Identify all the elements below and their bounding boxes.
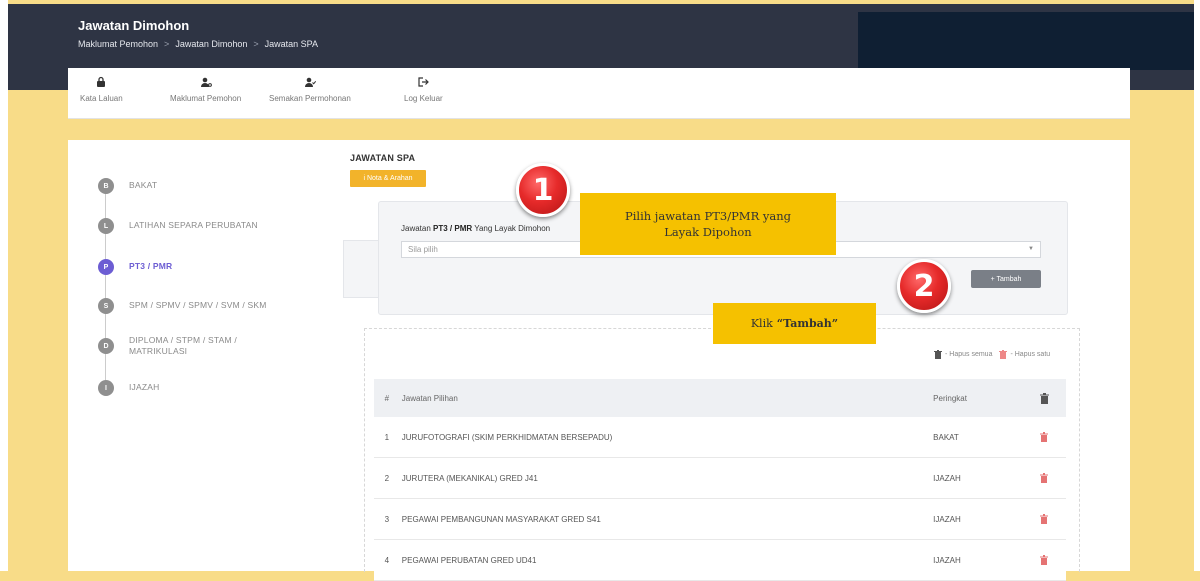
step-label: LATIHAN SEPARA PERUBATAN [129, 220, 258, 230]
trash-icon [1040, 473, 1049, 483]
breadcrumb-separator: > [164, 39, 170, 49]
delete-row-button[interactable] [1022, 514, 1066, 524]
instruction-callout-1: Pilih jawatan PT3/PMR yang Layak Dipohon [580, 193, 836, 255]
lock-icon [97, 76, 106, 87]
step-label: DIPLOMA / STPM / STAM / MATRIKULASI [129, 335, 237, 357]
jawatan-table: # Jawatan Pilihan Peringkat 1 JURUFOTOGR… [374, 379, 1066, 581]
step-diploma[interactable]: D DIPLOMA / STPM / STAM / MATRIKULASI [98, 335, 237, 357]
row-no: 2 [384, 473, 390, 483]
step-label-line: DIPLOMA / STPM / STAM / [129, 335, 237, 345]
field-label-bold: PT3 / PMR [433, 224, 473, 233]
step-label: BAKAT [129, 180, 158, 190]
step-label-active: PT3 / PMR [129, 261, 173, 271]
nav-label: Maklumat Pemohon [170, 94, 242, 103]
row-no: 1 [384, 432, 390, 442]
field-label: Jawatan PT3 / PMR Yang Layak Dimohon [401, 224, 550, 233]
row-peringkat: IJAZAH [933, 473, 961, 483]
step-bakat[interactable]: B BAKAT [98, 178, 157, 194]
table-row: 2 JURUTERA (MEKANIKAL) GRED J41 IJAZAH [374, 458, 1066, 499]
legend-hapus-satu: - Hapus satu [1010, 351, 1051, 358]
breadcrumb-item-jawatan-spa: Jawatan SPA [264, 39, 318, 49]
step-badge-active: P [98, 259, 114, 275]
step-label: SPM / SPMV / SPMV / SVM / SKM [129, 300, 267, 310]
step-badge: L [98, 218, 114, 234]
user-check-icon [304, 77, 316, 87]
trash-all-icon [934, 350, 942, 359]
select-placeholder: Sila pilih [408, 245, 438, 254]
row-peringkat: BAKAT [933, 432, 959, 442]
callout2-prefix: Klik [750, 317, 773, 330]
trash-icon [1040, 555, 1049, 565]
header-no: # [384, 393, 390, 403]
callout2-bold: “Tambah” [776, 317, 839, 330]
nav-item-kata-laluan[interactable]: Kata Laluan [80, 76, 123, 103]
table-row: 4 PEGAWAI PERUBATAN GRED UD41 IJAZAH [374, 540, 1066, 581]
trash-icon [1040, 514, 1049, 524]
step-label-line: MATRIKULASI [129, 346, 188, 356]
delete-row-button[interactable] [1022, 555, 1066, 565]
delete-legend: - Hapus semua - Hapus satu [934, 350, 1050, 359]
step-ijazah[interactable]: I IJAZAH [98, 380, 159, 396]
callout1-line1: Pilih jawatan PT3/PMR yang [624, 209, 792, 223]
step-badge: S [98, 298, 114, 314]
step-latihan[interactable]: L LATIHAN SEPARA PERUBATAN [98, 218, 258, 234]
breadcrumb-separator: > [253, 39, 259, 49]
redacted-area [858, 12, 1200, 70]
step-badge: D [98, 338, 114, 354]
delete-row-button[interactable] [1022, 432, 1066, 442]
instruction-callout-2: Klik “Tambah” [713, 303, 876, 344]
trash-one-icon [999, 350, 1008, 359]
chevron-down-icon: ▼ [1028, 246, 1034, 252]
nav-item-semakan-permohonan[interactable]: Semakan Permohonan [269, 76, 351, 103]
nota-arahan-button[interactable]: i Nota & Arahan [350, 170, 426, 187]
form-side-tab [343, 240, 380, 298]
step-number-badge-2: 2 [897, 259, 951, 313]
step-number-badge-1: 1 [516, 163, 570, 217]
row-jawatan: PEGAWAI PEMBANGUNAN MASYARAKAT GRED S41 [401, 514, 601, 524]
top-navigation: Kata Laluan Maklumat Pemohon Semakan Per… [68, 68, 1130, 119]
table-row: 3 PEGAWAI PEMBANGUNAN MASYARAKAT GRED S4… [374, 499, 1066, 540]
nav-item-log-keluar[interactable]: Log Keluar [404, 76, 443, 103]
field-label-prefix: Jawatan [401, 224, 434, 233]
table-header: # Jawatan Pilihan Peringkat [374, 379, 1066, 417]
field-label-suffix: Yang Layak Dimohon [472, 224, 551, 233]
trash-icon [1039, 392, 1049, 404]
row-no: 3 [384, 514, 390, 524]
table-row: 1 JURUFOTOGRAFI (SKIM PERKHIDMATAN BERSE… [374, 417, 1066, 458]
delete-row-button[interactable] [1022, 473, 1066, 483]
step-pt3-pmr[interactable]: P PT3 / PMR [98, 259, 172, 275]
row-peringkat: IJAZAH [933, 555, 961, 565]
nav-label: Log Keluar [404, 94, 443, 103]
row-jawatan: JURUTERA (MEKANIKAL) GRED J41 [401, 473, 538, 483]
step-spm[interactable]: S SPM / SPMV / SPMV / SVM / SKM [98, 298, 267, 314]
trash-icon [1040, 432, 1049, 442]
breadcrumb-item-maklumat-pemohon[interactable]: Maklumat Pemohon [78, 39, 158, 49]
tambah-button[interactable]: + Tambah [971, 270, 1041, 288]
user-settings-icon [200, 77, 212, 87]
legend-hapus-semua: - Hapus semua [945, 351, 993, 358]
step-badge: I [98, 380, 114, 396]
nav-item-maklumat-pemohon[interactable]: Maklumat Pemohon [170, 76, 241, 103]
step-connector-line [105, 186, 106, 388]
nav-label: Semakan Permohonan [269, 94, 351, 103]
row-peringkat: IJAZAH [933, 514, 961, 524]
row-jawatan: PEGAWAI PERUBATAN GRED UD41 [401, 555, 537, 565]
breadcrumb-item-jawatan-dimohon[interactable]: Jawatan Dimohon [175, 39, 247, 49]
breadcrumb: Maklumat Pemohon > Jawatan Dimohon > Jaw… [78, 39, 318, 49]
page-title: Jawatan Dimohon [78, 18, 190, 33]
delete-all-button[interactable] [1022, 392, 1066, 404]
step-label: IJAZAH [129, 382, 160, 392]
section-title: JAWATAN SPA [350, 153, 416, 163]
header-jawatan: Jawatan Pilihan [401, 393, 458, 403]
row-jawatan: JURUFOTOGRAFI (SKIM PERKHIDMATAN BERSEPA… [401, 432, 613, 442]
logout-icon [418, 77, 430, 87]
step-badge: B [98, 178, 114, 194]
row-no: 4 [384, 555, 390, 565]
callout1-line2: Layak Dipohon [664, 225, 752, 239]
nav-label: Kata Laluan [80, 94, 123, 103]
header-peringkat: Peringkat [933, 393, 967, 403]
